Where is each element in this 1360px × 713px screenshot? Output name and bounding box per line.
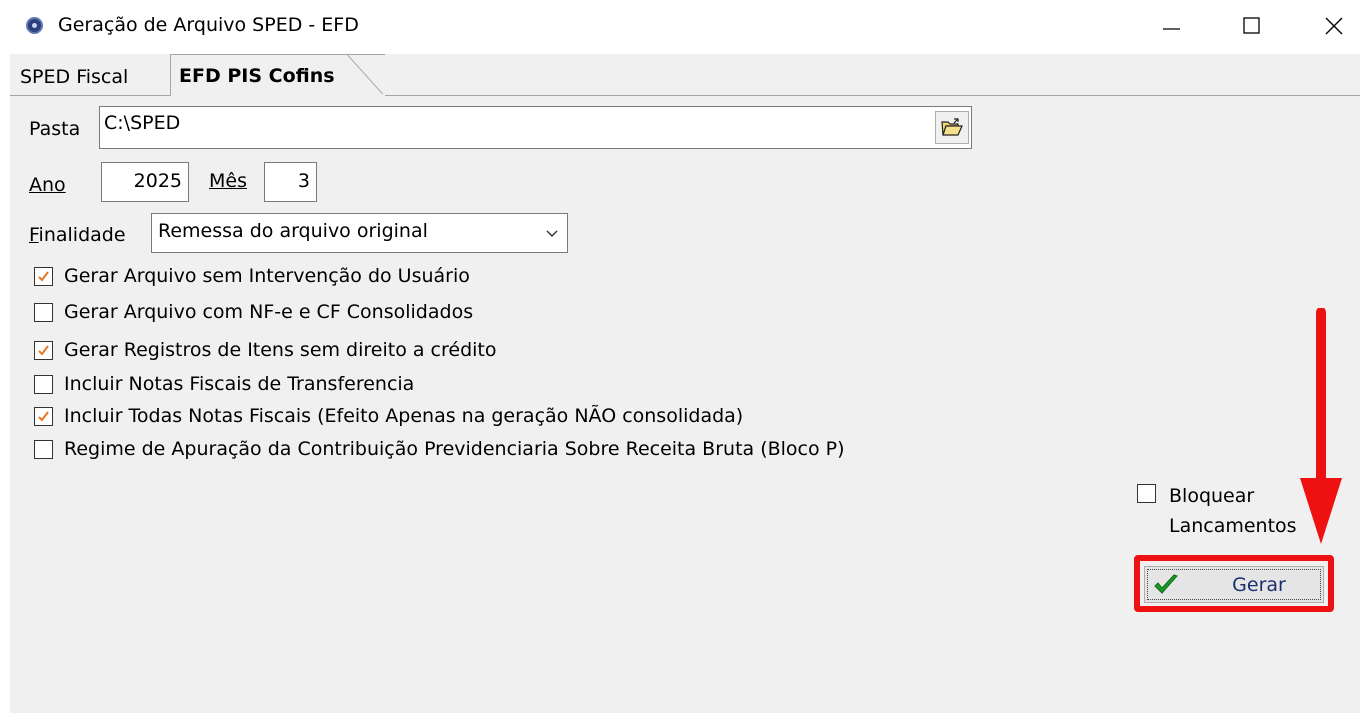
check-icon (38, 344, 49, 356)
option-todas-notas[interactable]: Incluir Todas Notas Fiscais (Efeito Apen… (34, 403, 743, 429)
tab-sped-fiscal[interactable]: SPED Fiscal (11, 60, 163, 95)
pasta-field[interactable]: C:\SPED (99, 106, 972, 149)
option-label: Regime de Apuração da Contribuição Previ… (64, 438, 845, 460)
minimize-button[interactable] (1152, 8, 1192, 44)
app-icon (26, 17, 43, 34)
pasta-label: Pasta (29, 118, 81, 140)
finalidade-select[interactable]: Remessa do arquivo original (151, 213, 568, 253)
option-regime-bloco-p[interactable]: Regime de Apuração da Contribuição Previ… (34, 436, 845, 462)
option-label: Gerar Arquivo sem Intervenção do Usuário (64, 265, 470, 287)
maximize-icon (1243, 17, 1260, 34)
checkbox[interactable] (34, 406, 53, 426)
gerar-label: Gerar (1232, 574, 1286, 596)
arrow-down-icon (1300, 308, 1342, 544)
option-sem-intervencao[interactable]: Gerar Arquivo sem Intervenção do Usuário (34, 263, 470, 289)
checkbox[interactable] (34, 439, 53, 459)
checkbox[interactable] (34, 302, 53, 322)
bloquear-label-line1: Bloquear (1169, 485, 1255, 507)
folder-open-icon (941, 117, 963, 136)
bloquear-label-line2: Lancamentos (1169, 515, 1297, 537)
mes-label: Mês (209, 170, 247, 192)
chevron-down-icon (546, 230, 558, 237)
ano-field[interactable]: 2025 (101, 162, 189, 202)
option-nfe-cf-consolidados[interactable]: Gerar Arquivo com NF-e e CF Consolidados (34, 299, 473, 325)
window-title: Geração de Arquivo SPED - EFD (58, 14, 359, 36)
browse-folder-button[interactable] (935, 111, 969, 144)
option-notas-transferencia[interactable]: Incluir Notas Fiscais de Transferencia (34, 371, 414, 397)
mes-field[interactable]: 3 (264, 162, 317, 202)
pasta-value: C:\SPED (104, 112, 181, 134)
checkbox[interactable] (34, 374, 53, 394)
checkbox[interactable] (34, 266, 53, 286)
bloquear-label: Bloquear Lancamentos (1169, 481, 1297, 541)
option-itens-sem-credito[interactable]: Gerar Registros de Itens sem direito a c… (34, 337, 497, 363)
finalidade-value: Remessa do arquivo original (158, 220, 428, 242)
title-bar: Geração de Arquivo SPED - EFD (0, 0, 1360, 54)
close-icon (1325, 17, 1343, 35)
minimize-icon (1163, 28, 1180, 30)
check-icon (38, 270, 49, 282)
option-label: Incluir Todas Notas Fiscais (Efeito Apen… (64, 405, 744, 427)
check-icon (38, 410, 49, 422)
bloquear-checkbox[interactable] (1137, 484, 1156, 503)
option-label: Incluir Notas Fiscais de Transferencia (64, 373, 415, 395)
tab-cover (171, 94, 385, 97)
ano-label: Ano (29, 174, 66, 196)
maximize-button[interactable] (1232, 8, 1272, 44)
checkbox[interactable] (34, 340, 53, 360)
close-button[interactable] (1314, 8, 1354, 44)
finalidade-label: Finalidade (29, 224, 126, 246)
option-label: Gerar Arquivo com NF-e e CF Consolidados (64, 301, 474, 323)
gerar-button[interactable]: Gerar (1144, 566, 1324, 603)
dialog-body: SPED Fiscal EFD PIS Cofins Pasta C:\SPED… (10, 53, 1360, 713)
option-label: Gerar Registros de Itens sem direito a c… (64, 339, 497, 361)
